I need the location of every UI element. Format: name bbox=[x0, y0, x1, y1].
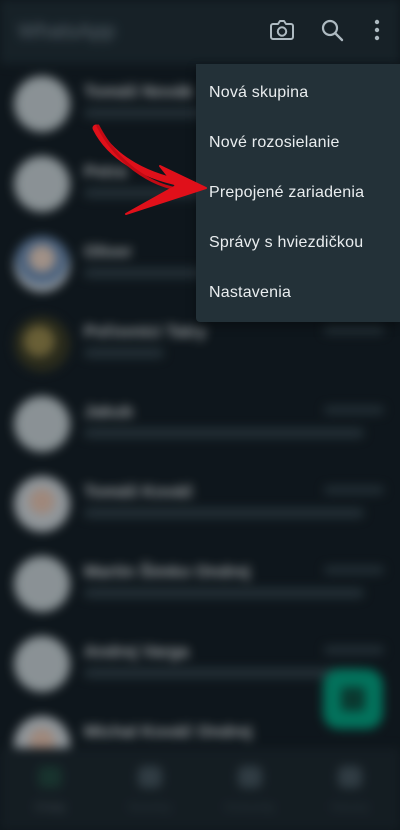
menu-item-label: Správy s hviezdičkou bbox=[209, 234, 364, 251]
menu-item-label: Nová skupina bbox=[209, 84, 309, 101]
menu-item-settings[interactable]: Nastavenia bbox=[196, 268, 400, 318]
menu-item-label: Nastavenia bbox=[209, 284, 292, 301]
camera-icon[interactable] bbox=[266, 14, 298, 46]
overflow-menu: Nová skupina Nové rozosielanie Prepojené… bbox=[196, 64, 400, 322]
menu-item-new-broadcast[interactable]: Nové rozosielanie bbox=[196, 118, 400, 168]
screen: WhatsApp Tomáš Novák Petra Oliver Poľovn… bbox=[0, 0, 400, 830]
menu-item-linked-devices[interactable]: Prepojené zariadenia bbox=[196, 168, 400, 218]
more-vert-icon[interactable] bbox=[361, 14, 393, 46]
menu-item-label: Nové rozosielanie bbox=[209, 134, 340, 151]
menu-item-starred-messages[interactable]: Správy s hviezdičkou bbox=[196, 218, 400, 268]
menu-item-label: Prepojené zariadenia bbox=[209, 184, 365, 201]
menu-item-new-group[interactable]: Nová skupina bbox=[196, 68, 400, 118]
search-icon[interactable] bbox=[316, 14, 348, 46]
